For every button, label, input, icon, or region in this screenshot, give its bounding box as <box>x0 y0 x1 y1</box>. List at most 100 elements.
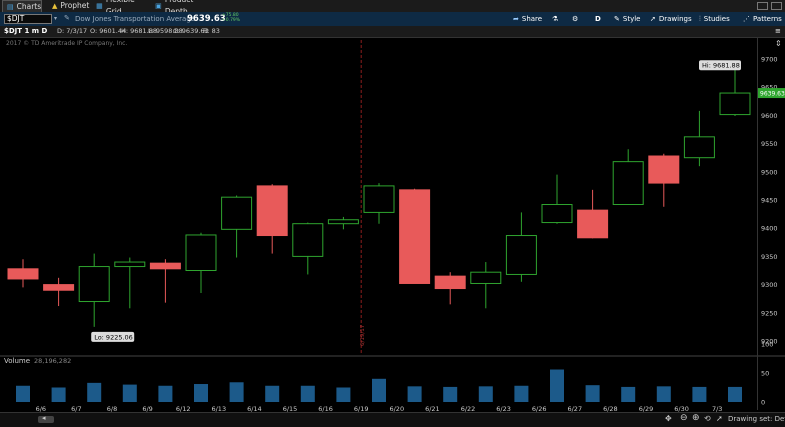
tab-charts[interactable]: ▤ Charts <box>2 0 42 12</box>
candle-body <box>43 284 75 291</box>
candle <box>149 259 181 303</box>
studies-label: Studies <box>703 15 730 23</box>
tab-prophet-label: Prophet <box>60 1 90 10</box>
drawing-set-label: Drawing set: Default <box>728 415 785 423</box>
period-label: D <box>595 15 601 23</box>
price-tick-label: 9550 <box>761 140 778 148</box>
copyright-text: 2017 © TD Ameritrade IP Company, Inc. <box>6 40 128 47</box>
zoom-in-icon[interactable]: ⊕ <box>692 413 700 423</box>
settings-button[interactable]: ⚙ <box>572 13 578 25</box>
tab-prophet[interactable]: ▲ Prophet <box>48 0 92 12</box>
flask-button[interactable]: ⚗ <box>552 13 558 25</box>
symbol-dropdown-icon[interactable]: ▾ <box>54 15 57 22</box>
tab-product-depth[interactable]: ▣ Product Depth <box>151 0 215 16</box>
candle-body <box>78 266 110 303</box>
maximize-button[interactable] <box>771 2 782 10</box>
candle-body <box>114 261 146 268</box>
candle <box>648 153 680 207</box>
candle-body <box>470 271 502 284</box>
scroll-left-icon[interactable]: ◂ <box>42 414 46 422</box>
volume-bar <box>87 382 102 402</box>
volume-bar <box>478 386 493 402</box>
ohlc-info-row: $DJT 1 m D D: 7/3/17 O: 9601.44 H: 9681.… <box>0 26 785 38</box>
share-button[interactable]: ➦ Share <box>513 13 542 25</box>
last-price-badge-text: 9639.63 <box>760 91 785 98</box>
chart-bottom-bar: ◂ ✥ ⊖ ⊕ ⟲ ➚ Drawing set: Default <box>0 412 785 427</box>
candle-body <box>399 189 431 284</box>
share-label: Share <box>521 15 543 23</box>
volume-bar <box>728 386 742 402</box>
tab-charts-label: Charts <box>16 1 42 11</box>
volume-value: 28,196,282 <box>34 357 72 365</box>
volume-bar <box>407 386 422 402</box>
candle <box>43 277 75 307</box>
change-percent: +0.79% <box>222 18 241 23</box>
volume-bar <box>300 385 315 402</box>
candle-body <box>149 262 181 270</box>
price-chart[interactable]: 6/19/17 92009250930093509400945095009550… <box>0 38 785 426</box>
share-icon: ➦ <box>513 15 519 23</box>
zoom-out-icon[interactable]: ⊖ <box>680 413 688 423</box>
cursor-mode-icon[interactable]: ➚ <box>716 414 723 423</box>
candle <box>256 184 288 254</box>
volume-bar <box>550 369 564 402</box>
lo-label: Lo: 9225.06 <box>94 333 133 341</box>
grid-icon: ▦ <box>96 2 103 10</box>
expand-icon[interactable]: ⇕ <box>775 39 782 48</box>
chart-symbol-label: $DJT 1 m D <box>4 27 48 35</box>
volume-tick-label: 100 <box>761 341 773 349</box>
volume-bar <box>158 385 173 402</box>
scroll-handle[interactable] <box>38 416 54 423</box>
chart-icon: ▤ <box>7 2 14 11</box>
symbol-input[interactable]: $DJT <box>4 14 52 24</box>
candle-body <box>683 136 715 159</box>
price-tick-label: 9300 <box>761 281 778 289</box>
candle <box>78 253 110 327</box>
candle <box>683 110 715 167</box>
lock-icon[interactable]: ✎ <box>64 14 70 22</box>
candle-body <box>185 234 217 272</box>
candle <box>470 262 502 309</box>
tab-flexible-grid[interactable]: ▦ Flexible Grid <box>92 0 150 16</box>
volume-bar <box>122 384 137 402</box>
candle <box>505 212 537 282</box>
price-tick-label: 9450 <box>761 197 778 205</box>
price-tick-label: 9500 <box>761 168 778 176</box>
cursor-icon: ➚ <box>650 15 656 23</box>
candle <box>577 189 609 239</box>
hi-label: Hi: 9681.88 <box>702 62 740 70</box>
menu-icon[interactable]: ≡ <box>775 26 781 37</box>
studies-icon: ⫶ <box>699 15 701 23</box>
candle-body <box>505 235 537 275</box>
flask-icon: ⚗ <box>552 15 559 23</box>
range-value: R: 83 <box>203 27 220 35</box>
style-label: Style <box>622 15 641 23</box>
volume-bar <box>692 386 707 402</box>
candle-body <box>648 155 680 184</box>
session-divider-label: 6/19/17 <box>360 324 366 346</box>
minimize-button[interactable] <box>757 2 768 10</box>
volume-bar <box>51 387 66 402</box>
price-tick-label: 9350 <box>761 253 778 261</box>
candle <box>434 272 466 305</box>
volume-bar <box>656 386 671 402</box>
gear-icon: ⚙ <box>572 15 579 23</box>
volume-tick-label: 0 <box>761 399 765 407</box>
studies-button[interactable]: ⫶ Studies <box>699 13 730 25</box>
pan-icon[interactable]: ✥ <box>665 414 672 423</box>
reset-zoom-icon[interactable]: ⟲ <box>704 414 711 423</box>
candle-body <box>327 219 359 225</box>
candle-body <box>363 185 395 213</box>
candle-body <box>221 196 253 230</box>
volume-bar <box>372 378 386 402</box>
candle-body <box>612 161 644 206</box>
candle <box>7 259 39 288</box>
price-tick-label: 9600 <box>761 112 778 120</box>
drawings-button[interactable]: ➚ Drawings <box>650 13 692 25</box>
style-button[interactable]: ✎ Style <box>614 13 640 25</box>
volume-bar <box>621 386 636 402</box>
patterns-button[interactable]: ⋰ Patterns <box>743 13 782 25</box>
brush-icon: ✎ <box>614 15 620 23</box>
period-button[interactable]: D <box>595 13 601 25</box>
price-tick-label: 9400 <box>761 225 778 233</box>
